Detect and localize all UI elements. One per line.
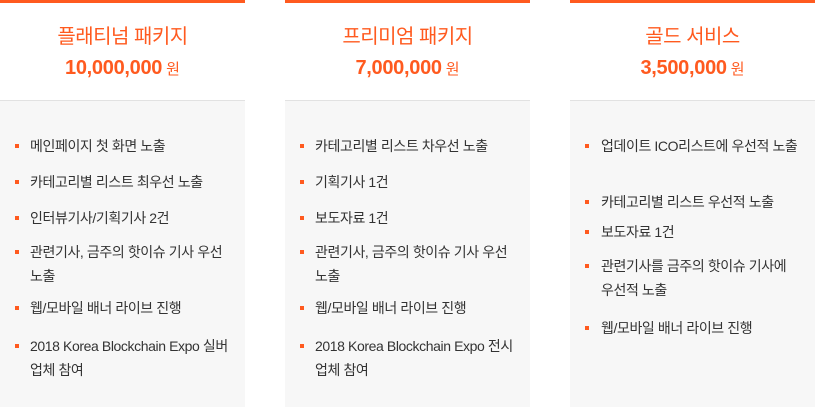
bullet-icon <box>15 216 19 220</box>
feature-item: 카테고리별 리스트 차우선 노출 <box>285 134 530 170</box>
package-features: 카테고리별 리스트 차우선 노출 기획기사 1건 보도자료 1건 관련기사, 금… <box>285 101 530 407</box>
feature-item: 카테고리별 리스트 우선적 노출 <box>570 190 815 220</box>
feature-item: 보도자료 1건 <box>570 220 815 254</box>
feature-item: 웹/모바일 배너 라이브 진행 <box>570 316 815 346</box>
bullet-icon <box>585 264 589 268</box>
feature-item: 메인페이지 첫 화면 노출 <box>0 134 245 170</box>
bullet-icon <box>300 306 304 310</box>
bullet-icon <box>300 216 304 220</box>
feature-item: 웹/모바일 배너 라이브 진행 <box>285 296 530 334</box>
package-header: 골드 서비스 3,500,000 원 <box>570 0 815 101</box>
bullet-icon <box>585 200 589 204</box>
bullet-icon <box>15 144 19 148</box>
package-card-gold: 골드 서비스 3,500,000 원 업데이트 ICO리스트에 우선적 노출 카테… <box>570 0 815 407</box>
bullet-icon <box>15 250 19 254</box>
package-price: 7,000,000 <box>355 57 442 79</box>
feature-item: 인터뷰기사/기획기사 2건 <box>0 206 245 240</box>
pricing-packages: 플래티넘 패키지 10,000,000 원 메인페이지 첫 화면 노출 카테고리별… <box>0 0 815 407</box>
feature-item: 2018 Korea Blockchain Expo 실버업체 참여 <box>0 334 245 386</box>
feature-item: 관련기사, 금주의 핫이슈 기사 우선 노출 <box>0 240 245 296</box>
bullet-icon <box>585 144 589 148</box>
feature-item: 관련기사를 금주의 핫이슈 기사에 우선적 노출 <box>570 254 815 316</box>
feature-item: 웹/모바일 배너 라이브 진행 <box>0 296 245 334</box>
package-name: 프리미엄 패키지 <box>342 26 473 48</box>
package-price: 3,500,000 <box>640 57 727 79</box>
package-price: 10,000,000 <box>65 57 163 79</box>
bullet-icon <box>15 180 19 184</box>
package-price-line: 3,500,000 원 <box>570 55 815 83</box>
package-features: 업데이트 ICO리스트에 우선적 노출 카테고리별 리스트 우선적 노출 보도자… <box>570 101 815 407</box>
bullet-icon <box>15 344 19 348</box>
bullet-icon <box>15 306 19 310</box>
package-header: 플래티넘 패키지 10,000,000 원 <box>0 0 245 101</box>
package-name: 골드 서비스 <box>645 26 740 48</box>
bullet-icon <box>585 230 589 234</box>
package-card-platinum: 플래티넘 패키지 10,000,000 원 메인페이지 첫 화면 노출 카테고리별… <box>0 0 245 407</box>
feature-item: 기획기사 1건 <box>285 170 530 206</box>
feature-item: 업데이트 ICO리스트에 우선적 노출 <box>570 134 815 190</box>
feature-item: 보도자료 1건 <box>285 206 530 240</box>
package-price-line: 10,000,000 원 <box>0 55 245 83</box>
package-price-unit: 원 <box>166 61 180 78</box>
feature-item: 관련기사, 금주의 핫이슈 기사 우선 노출 <box>285 240 530 296</box>
feature-item: 2018 Korea Blockchain Expo 전시업체 참여 <box>285 334 530 386</box>
package-features: 메인페이지 첫 화면 노출 카테고리별 리스트 최우선 노출 인터뷰기사/기획기… <box>0 101 245 407</box>
package-header: 프리미엄 패키지 7,000,000 원 <box>285 0 530 101</box>
feature-item: 카테고리별 리스트 최우선 노출 <box>0 170 245 206</box>
package-price-unit: 원 <box>730 61 745 78</box>
bullet-icon <box>300 344 304 348</box>
package-card-premium: 프리미엄 패키지 7,000,000 원 카테고리별 리스트 차우선 노출 기획기… <box>285 0 530 407</box>
bullet-icon <box>300 144 304 148</box>
bullet-icon <box>300 250 304 254</box>
bullet-icon <box>585 326 589 330</box>
package-price-line: 7,000,000 원 <box>285 55 530 83</box>
package-price-unit: 원 <box>445 61 460 78</box>
bullet-icon <box>300 180 304 184</box>
package-name: 플래티넘 패키지 <box>57 26 188 48</box>
